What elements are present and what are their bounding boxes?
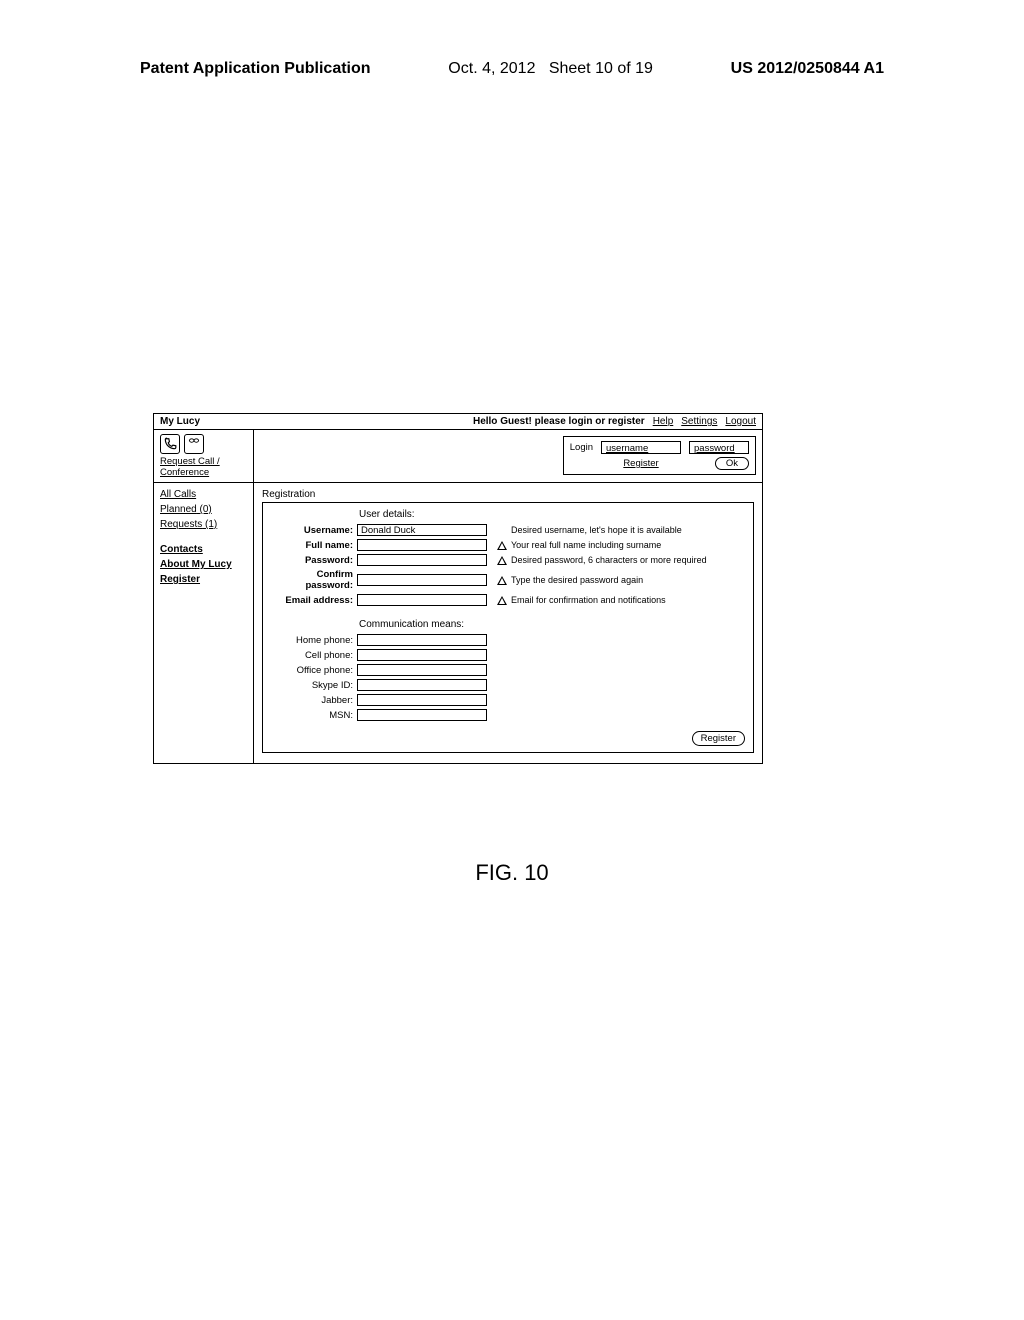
titlebar-right: Hello Guest! please login or register He… [473,416,756,427]
titlebar: My Lucy Hello Guest! please login or reg… [154,414,762,430]
password-hint: Desired password, 6 characters or more r… [497,555,707,565]
registration-panel: User details: Username: Donald Duck Desi… [262,502,754,753]
row-office: Office phone: [271,664,745,676]
warning-icon [497,596,507,605]
password-input[interactable]: password [689,441,749,454]
warning-icon [497,541,507,550]
register-button[interactable]: Register [692,731,745,746]
password-label: Password: [271,555,353,566]
confirm-label: Confirm password: [271,569,353,591]
office-field[interactable] [357,664,487,676]
app-title: My Lucy [160,416,200,427]
cell-label: Cell phone: [271,650,353,661]
sidebar: All Calls Planned (0) Requests (1) Conta… [154,483,254,763]
jabber-label: Jabber: [271,695,353,706]
username-label: Username: [271,525,353,536]
sidebar-contacts[interactable]: Contacts [160,544,247,555]
fullname-label: Full name: [271,540,353,551]
row-skype: Skype ID: [271,679,745,691]
username-field[interactable]: Donald Duck [357,524,487,536]
conference-icon[interactable] [184,434,204,454]
row-email: Email address: Email for confirmation an… [271,594,745,606]
publication-label: Patent Application Publication [140,60,371,78]
comm-heading: Communication means: [359,619,745,630]
app-window: My Lucy Hello Guest! please login or reg… [153,413,763,764]
email-hint: Email for confirmation and notifications [497,595,666,605]
fullname-hint: Your real full name including surname [497,540,661,550]
password-field[interactable] [357,554,487,566]
sidebar-planned[interactable]: Planned (0) [160,504,247,515]
cell-field[interactable] [357,649,487,661]
register-link[interactable]: Register [601,458,681,469]
main-panel: Registration User details: Username: Don… [254,483,762,763]
sidebar-requests[interactable]: Requests (1) [160,519,247,530]
top-left-panel: Request Call / Conference [154,430,254,482]
login-box: Login username password Register Ok [563,436,756,475]
fullname-field[interactable] [357,539,487,551]
help-link[interactable]: Help [653,416,674,427]
document-number: US 2012/0250844 A1 [731,60,884,78]
row-password: Password: Desired password, 6 characters… [271,554,745,566]
phone-icon[interactable] [160,434,180,454]
home-label: Home phone: [271,635,353,646]
figure-caption: FIG. 10 [0,860,1024,886]
settings-link[interactable]: Settings [681,416,717,427]
username-input[interactable]: username [601,441,681,454]
msn-field[interactable] [357,709,487,721]
row-home: Home phone: [271,634,745,646]
confirm-hint: Type the desired password again [497,575,643,585]
request-call-link[interactable]: Request Call / Conference [160,456,247,478]
warning-icon [497,556,507,565]
top-right-panel: Login username password Register Ok [254,430,762,481]
ok-button[interactable]: Ok [715,457,749,470]
confirm-field[interactable] [357,574,487,586]
sidebar-register[interactable]: Register [160,574,247,585]
page-header: Patent Application Publication Oct. 4, 2… [140,60,884,78]
panel-title: Registration [262,489,754,500]
body-row: All Calls Planned (0) Requests (1) Conta… [154,483,762,763]
logout-link[interactable]: Logout [725,416,756,427]
icon-row [160,434,247,454]
skype-label: Skype ID: [271,680,353,691]
sidebar-all-calls[interactable]: All Calls [160,489,247,500]
publication-date: Oct. 4, 2012 Sheet 10 of 19 [448,60,653,78]
username-hint: Desired username, let's hope it is avail… [497,525,682,535]
row-msn: MSN: [271,709,745,721]
row-fullname: Full name: Your real full name including… [271,539,745,551]
email-label: Email address: [271,595,353,606]
login-label: Login [570,442,593,453]
row-username: Username: Donald Duck Desired username, … [271,524,745,536]
sidebar-about[interactable]: About My Lucy [160,559,247,570]
email-field[interactable] [357,594,487,606]
greeting-text: Hello Guest! please login or register [473,416,645,427]
skype-field[interactable] [357,679,487,691]
home-field[interactable] [357,634,487,646]
user-details-heading: User details: [359,509,745,520]
msn-label: MSN: [271,710,353,721]
row-confirm: Confirm password: Type the desired passw… [271,569,745,591]
office-label: Office phone: [271,665,353,676]
jabber-field[interactable] [357,694,487,706]
row-cell: Cell phone: [271,649,745,661]
warning-icon [497,576,507,585]
row-jabber: Jabber: [271,694,745,706]
top-row: Request Call / Conference Login username… [154,430,762,483]
